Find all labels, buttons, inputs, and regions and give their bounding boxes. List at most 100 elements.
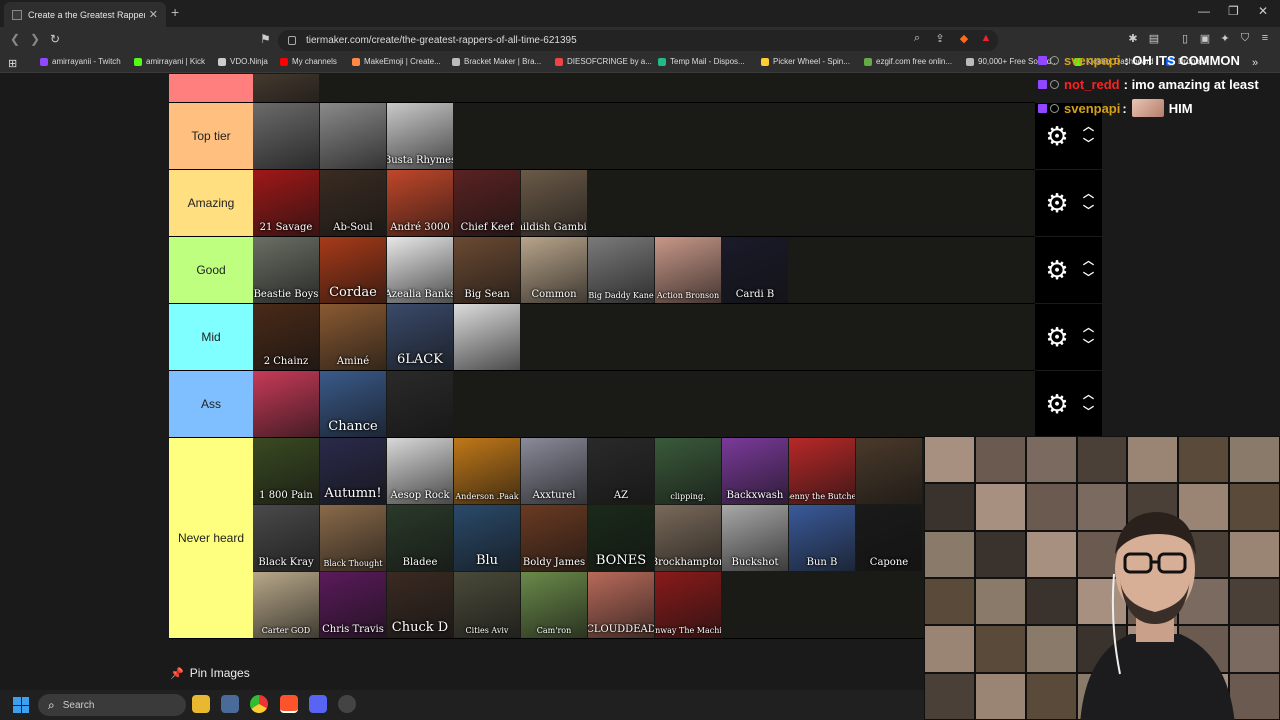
rapper-card[interactable]: 1 800 Pain: [253, 438, 319, 504]
tier-label[interactable]: Ass: [169, 371, 253, 437]
bookmark-item[interactable]: My channels: [280, 57, 337, 66]
bookmark-item[interactable]: amirrayanii - Twitch: [40, 57, 121, 66]
maximize-icon[interactable]: ❐: [1228, 4, 1239, 18]
rapper-card[interactable]: Chief Keef: [454, 170, 520, 236]
rapper-card[interactable]: Axxturel: [521, 438, 587, 504]
rapper-card[interactable]: Childish Gambino: [521, 170, 587, 236]
rapper-card[interactable]: Cardi B: [722, 237, 788, 303]
rapper-card[interactable]: Bladee: [387, 505, 453, 571]
move-down-icon[interactable]: ﹀: [1083, 340, 1094, 351]
rapper-card[interactable]: [253, 103, 319, 169]
new-tab-button[interactable]: +: [171, 4, 179, 20]
move-down-icon[interactable]: ﹀: [1083, 273, 1094, 284]
address-bar[interactable]: tiermaker.com/create/the-greatest-rapper…: [278, 30, 998, 51]
rapper-card[interactable]: 6LACK: [387, 304, 453, 370]
minimize-icon[interactable]: —: [1198, 4, 1210, 18]
brave-icon[interactable]: [280, 695, 298, 713]
rapper-card[interactable]: Busta Rhymes: [387, 103, 453, 169]
bookmark-item[interactable]: ezgif.com free onlin...: [864, 57, 952, 66]
menu-icon[interactable]: ≡: [1258, 32, 1272, 46]
rapper-card[interactable]: [454, 304, 520, 370]
bookmark-item[interactable]: MakeEmoji | Create...: [352, 57, 441, 66]
tab-close-icon[interactable]: ✕: [149, 8, 158, 21]
rapper-card[interactable]: Chuck D: [387, 572, 453, 638]
rapper-card[interactable]: Conway The Machine: [655, 572, 721, 638]
tabs-icon[interactable]: ▣: [1198, 32, 1212, 46]
windows-start-icon[interactable]: [13, 697, 29, 713]
rapper-card[interactable]: André 3000: [387, 170, 453, 236]
back-icon[interactable]: ❮: [10, 32, 20, 46]
calculator-icon[interactable]: [221, 695, 239, 713]
rapper-card[interactable]: Action Bronson: [655, 237, 721, 303]
move-up-icon[interactable]: ︿: [1083, 122, 1094, 133]
rapper-card[interactable]: Brockhampton: [655, 505, 721, 571]
rapper-card[interactable]: Boldy James: [521, 505, 587, 571]
close-window-icon[interactable]: ✕: [1258, 4, 1268, 18]
bookmark-item[interactable]: Bracket Maker | Bra...: [452, 57, 541, 66]
rapper-card[interactable]: Big Daddy Kane: [588, 237, 654, 303]
tier-label[interactable]: GOAT: [169, 74, 253, 102]
rapper-card[interactable]: Capone: [856, 505, 922, 571]
sidebar-icon[interactable]: ▯: [1178, 32, 1192, 46]
taskbar-search[interactable]: ⌕ Search: [38, 694, 186, 716]
settings-gear-icon[interactable]: ⚙: [1041, 188, 1073, 219]
move-down-icon[interactable]: ﹀: [1083, 139, 1094, 150]
rapper-card[interactable]: [856, 438, 922, 504]
rapper-card[interactable]: clipping.: [655, 438, 721, 504]
rapper-card[interactable]: [320, 103, 386, 169]
obs-icon[interactable]: [338, 695, 356, 713]
bookmark-icon[interactable]: ⚑: [260, 32, 271, 46]
rapper-card[interactable]: Buckshot: [722, 505, 788, 571]
rapper-card[interactable]: Aminé: [320, 304, 386, 370]
rapper-card[interactable]: Bun B: [789, 505, 855, 571]
leo-icon[interactable]: ✦: [1218, 32, 1232, 46]
rapper-card[interactable]: Azealia Banks: [387, 237, 453, 303]
rapper-card[interactable]: Anderson .Paak: [454, 438, 520, 504]
move-down-icon[interactable]: ﹀: [1083, 407, 1094, 418]
tier-label[interactable]: Good: [169, 237, 253, 303]
share-icon[interactable]: ⇪: [933, 32, 947, 46]
rapper-card[interactable]: Cam'ron: [521, 572, 587, 638]
tab-search-icon[interactable]: ▤: [1147, 32, 1161, 46]
settings-gear-icon[interactable]: ⚙: [1041, 322, 1073, 353]
rapper-card[interactable]: Blu: [454, 505, 520, 571]
brave-rewards-icon[interactable]: ▲: [979, 32, 993, 46]
settings-gear-icon[interactable]: ⚙: [1041, 121, 1073, 152]
bookmark-item[interactable]: Picker Wheel - Spin...: [761, 57, 850, 66]
rapper-card[interactable]: Cordae: [320, 237, 386, 303]
brave-shields-icon[interactable]: ◆: [957, 32, 971, 46]
rapper-card[interactable]: Cities Aviv: [454, 572, 520, 638]
rapper-card[interactable]: Benny the Butcher: [789, 438, 855, 504]
rapper-card[interactable]: Black Thought: [320, 505, 386, 571]
move-up-icon[interactable]: ︿: [1083, 323, 1094, 334]
tier-label[interactable]: Amazing: [169, 170, 253, 236]
settings-gear-icon[interactable]: ⚙: [1041, 389, 1073, 420]
move-up-icon[interactable]: ︿: [1083, 256, 1094, 267]
move-up-icon[interactable]: ︿: [1083, 189, 1094, 200]
chrome-icon[interactable]: [250, 695, 268, 713]
rapper-card[interactable]: Autumn!: [320, 438, 386, 504]
rapper-card[interactable]: Carter GOD: [253, 572, 319, 638]
vpn-icon[interactable]: ⛉: [1238, 32, 1252, 46]
rapper-card[interactable]: Aesop Rock: [387, 438, 453, 504]
rapper-card[interactable]: Chance: [320, 371, 386, 437]
rapper-card[interactable]: BONES: [588, 505, 654, 571]
rapper-card[interactable]: Backxwash: [722, 438, 788, 504]
rapper-card[interactable]: Beastie Boys: [253, 237, 319, 303]
rapper-card[interactable]: 2 Chainz: [253, 304, 319, 370]
move-down-icon[interactable]: ﹀: [1083, 206, 1094, 217]
extensions-icon[interactable]: ✱: [1126, 32, 1140, 46]
rapper-card[interactable]: [253, 74, 319, 102]
pin-images-toggle[interactable]: 📌 Pin Images: [170, 666, 250, 680]
rapper-card[interactable]: Common: [521, 237, 587, 303]
tier-label[interactable]: Mid: [169, 304, 253, 370]
zoom-icon[interactable]: ⌕: [910, 32, 924, 46]
settings-gear-icon[interactable]: ⚙: [1041, 255, 1073, 286]
reload-icon[interactable]: ↻: [50, 32, 60, 46]
rapper-card[interactable]: Ab-Soul: [320, 170, 386, 236]
bookmark-item[interactable]: amirrayani | Kick: [134, 57, 205, 66]
rapper-card[interactable]: Big Sean: [454, 237, 520, 303]
browser-tab[interactable]: Create a the Greatest Rappers of All Tim…: [4, 2, 166, 27]
tier-label[interactable]: Top tier: [169, 103, 253, 169]
bookmark-item[interactable]: DIESOFCRINGE by a...: [555, 57, 652, 66]
